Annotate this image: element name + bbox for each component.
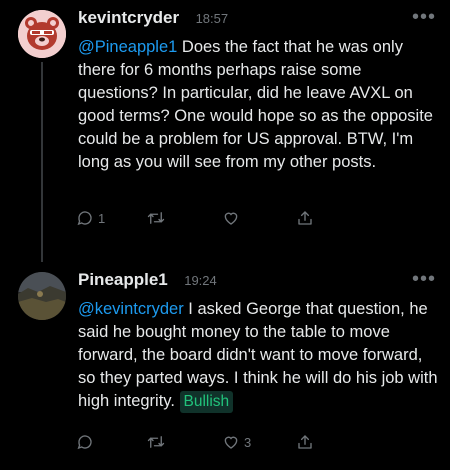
heart-icon bbox=[224, 436, 238, 449]
reply-count: 1 bbox=[98, 210, 106, 226]
speech-bubble-icon bbox=[77, 211, 92, 226]
post-header: kevintcryder 18:57 ••• bbox=[78, 7, 436, 34]
heart-icon bbox=[224, 212, 238, 225]
more-dots-icon[interactable]: ••• bbox=[412, 7, 436, 27]
repost-button[interactable] bbox=[146, 206, 166, 230]
action-bar: 1 bbox=[76, 206, 336, 230]
speech-bubble-icon bbox=[77, 435, 92, 450]
avatar[interactable] bbox=[18, 272, 66, 320]
sentiment-badge: Bullish bbox=[179, 391, 234, 413]
bear-avatar-icon bbox=[18, 10, 66, 58]
repost-arrows-icon bbox=[147, 212, 165, 224]
timestamp: 19:24 bbox=[184, 273, 217, 288]
post-kevintcryder: kevintcryder 18:57 ••• @Pineapple1 Does … bbox=[0, 0, 450, 250]
reply-button[interactable]: 1 bbox=[76, 206, 105, 230]
repost-button[interactable] bbox=[146, 430, 166, 454]
post-pineapple1: Pineapple1 19:24 ••• @kevintcryder I ask… bbox=[0, 262, 450, 470]
reply-button[interactable] bbox=[76, 430, 98, 454]
post-header: Pineapple1 19:24 ••• bbox=[78, 269, 436, 296]
share-upload-icon bbox=[298, 211, 312, 225]
share-upload-icon bbox=[298, 435, 312, 449]
like-button[interactable]: 3 bbox=[222, 430, 251, 454]
timestamp: 18:57 bbox=[195, 11, 229, 26]
share-button[interactable] bbox=[296, 430, 314, 454]
mention-link[interactable]: @Pineapple1 bbox=[78, 38, 177, 56]
post-text: @kevintcryder I asked George that questi… bbox=[78, 298, 438, 413]
photo-avatar-icon bbox=[18, 272, 66, 320]
mention-link[interactable]: @kevintcryder bbox=[78, 300, 184, 318]
post-body: Does the fact that he was only there for… bbox=[78, 38, 433, 171]
post-text: @Pineapple1 Does the fact that he was on… bbox=[78, 36, 438, 174]
avatar[interactable] bbox=[18, 10, 66, 58]
share-button[interactable] bbox=[296, 206, 314, 230]
more-dots-icon[interactable]: ••• bbox=[412, 269, 436, 289]
username[interactable]: Pineapple1 bbox=[78, 270, 168, 289]
repost-arrows-icon bbox=[147, 436, 165, 448]
like-button[interactable] bbox=[222, 206, 244, 230]
action-bar: 3 bbox=[76, 430, 336, 454]
username[interactable]: kevintcryder bbox=[78, 8, 179, 27]
like-count: 3 bbox=[244, 434, 252, 450]
